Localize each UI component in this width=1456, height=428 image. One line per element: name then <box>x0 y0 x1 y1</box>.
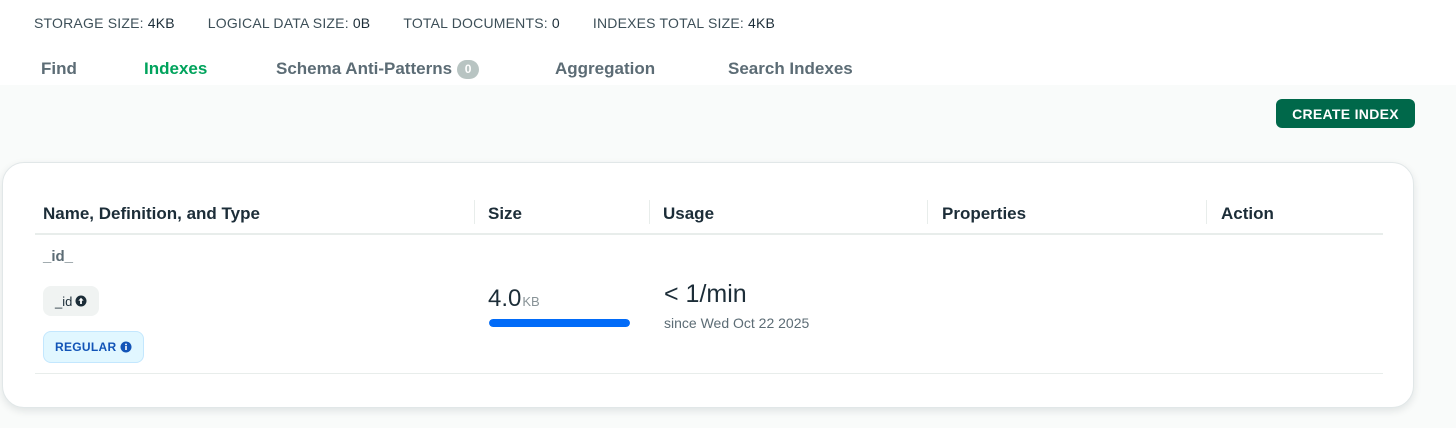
stat-label: INDEXES TOTAL SIZE: <box>592 15 744 31</box>
index-size-bar-fill <box>489 319 630 327</box>
stat-indexes-total-size: INDEXES TOTAL SIZE: 4KB <box>593 15 775 31</box>
index-size: 4.0 KB <box>488 285 540 313</box>
indexes-content: CREATE INDEX Name, Definition, and Type … <box>0 85 1456 428</box>
index-usage-value: < 1/min <box>664 280 747 308</box>
arrow-up-circle-icon <box>75 295 87 307</box>
column-divider <box>927 200 928 224</box>
create-index-button[interactable]: CREATE INDEX <box>1276 99 1415 128</box>
stat-label: LOGICAL DATA SIZE: <box>207 15 349 31</box>
count-badge: 0 <box>457 59 480 79</box>
index-size-unit: KB <box>522 294 540 309</box>
index-size-value: 4.0 <box>488 285 522 312</box>
stat-value: 0 <box>551 15 560 31</box>
tab-schema-anti-patterns[interactable]: Schema Anti-Patterns 0 <box>276 59 555 79</box>
stat-value: 4KB <box>147 15 175 31</box>
column-header-action: Action <box>1221 204 1274 223</box>
column-header-name[interactable]: Name, Definition, and Type <box>43 204 260 224</box>
index-usage-since: since Wed Oct 22 2025 <box>664 315 810 331</box>
column-divider <box>649 200 650 224</box>
indexes-table: Name, Definition, and Type Size Usage Pr… <box>35 200 1383 374</box>
stat-value: 0B <box>352 15 371 31</box>
info-icon[interactable] <box>120 341 132 353</box>
collection-stats: STORAGE SIZE: 4KB LOGICAL DATA SIZE: 0B TO… <box>34 15 775 31</box>
index-size-bar <box>489 319 630 327</box>
collection-tabs: Find Indexes Schema Anti-Patterns 0 Aggr… <box>41 57 853 81</box>
table-header: Name, Definition, and Type Size Usage Pr… <box>35 200 1383 235</box>
stat-storage-size: STORAGE SIZE: 4KB <box>34 15 175 31</box>
tab-indexes[interactable]: Indexes <box>144 59 276 79</box>
index-type-label: REGULAR <box>55 340 117 354</box>
tab-search-indexes[interactable]: Search Indexes <box>728 59 853 79</box>
stat-label: STORAGE SIZE: <box>34 15 144 31</box>
column-header-size[interactable]: Size <box>488 204 522 224</box>
tab-label: Schema Anti-Patterns <box>276 59 453 78</box>
index-field-name: _id <box>55 293 73 309</box>
column-divider <box>1206 200 1207 224</box>
table-row: _id_ _id REGULAR 4.0 KB < 1/min since We… <box>35 235 1383 374</box>
column-header-usage[interactable]: Usage <box>663 204 714 224</box>
stat-logical-data-size: LOGICAL DATA SIZE: 0B <box>208 15 371 31</box>
tab-find[interactable]: Find <box>41 59 144 79</box>
index-name: _id_ <box>43 248 74 265</box>
stat-value: 4KB <box>747 15 776 31</box>
column-header-properties: Properties <box>942 204 1027 223</box>
index-field-chip: _id <box>43 286 100 316</box>
stat-total-documents: TOTAL DOCUMENTS: 0 <box>403 15 560 31</box>
stat-label: TOTAL DOCUMENTS: <box>403 15 548 31</box>
indexes-table-card: Name, Definition, and Type Size Usage Pr… <box>2 162 1414 408</box>
tab-aggregation[interactable]: Aggregation <box>555 59 728 79</box>
column-divider <box>474 200 475 224</box>
index-type-badge[interactable]: REGULAR <box>43 331 145 363</box>
indexes-page: STORAGE SIZE: 4KB LOGICAL DATA SIZE: 0B TO… <box>0 0 1456 428</box>
